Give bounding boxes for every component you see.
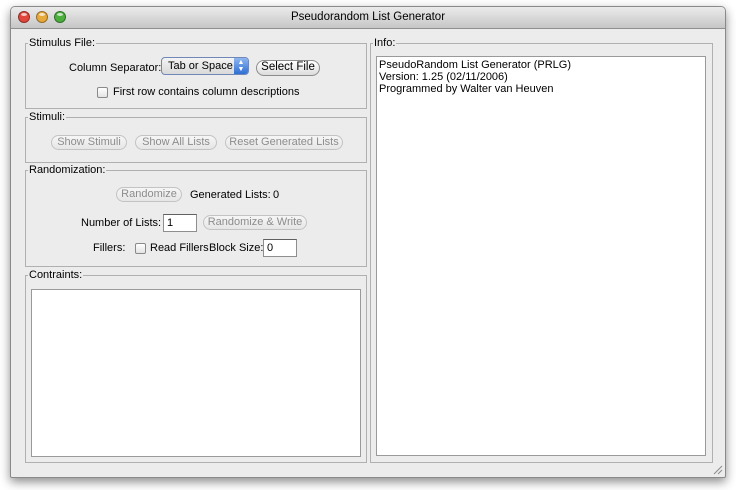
- updown-arrows-icon: ▲ ▼: [234, 58, 248, 74]
- read-fillers-checkbox[interactable]: [135, 243, 146, 254]
- constraints-text-area[interactable]: [31, 289, 361, 457]
- column-separator-value: Tab or Space: [168, 60, 233, 72]
- randomize-button[interactable]: Randomize: [116, 187, 182, 202]
- info-line: Programmed by Walter van Heuven: [379, 83, 554, 95]
- show-all-lists-button[interactable]: Show All Lists: [135, 135, 217, 150]
- info-line: PseudoRandom List Generator (PRLG): [379, 59, 571, 71]
- number-of-lists-input[interactable]: 1: [163, 214, 197, 232]
- stimulus-file-legend: Stimulus File:: [28, 36, 97, 50]
- info-legend: Info:: [373, 36, 397, 50]
- show-stimuli-button[interactable]: Show Stimuli: [51, 135, 127, 150]
- fillers-label: Fillers:: [93, 242, 126, 254]
- constraints-legend: Contraints:: [28, 268, 84, 282]
- block-size-input[interactable]: 0: [263, 239, 297, 257]
- block-size-label: Block Size:: [209, 242, 264, 254]
- read-fillers-label: Read Fillers: [150, 242, 209, 254]
- first-row-checkbox-label: First row contains column descriptions: [113, 86, 300, 98]
- randomize-write-button[interactable]: Randomize & Write: [203, 215, 307, 230]
- generated-lists-label: Generated Lists:: [190, 189, 271, 201]
- column-separator-select[interactable]: Tab or Space ▲ ▼: [161, 57, 249, 75]
- app-window: Pseudorandom List Generator Stimulus Fil…: [10, 6, 726, 478]
- randomization-legend: Randomization:: [28, 163, 107, 177]
- column-separator-label: Column Separator:: [69, 62, 162, 74]
- info-text-area[interactable]: PseudoRandom List Generator (PRLG) Versi…: [376, 56, 706, 456]
- stimulus-file-group: Stimulus File:: [25, 36, 367, 109]
- info-line: Version: 1.25 (02/11/2006): [379, 71, 508, 83]
- reset-generated-lists-button[interactable]: Reset Generated Lists: [225, 135, 343, 150]
- stimuli-legend: Stimuli:: [28, 110, 67, 124]
- window-title: Pseudorandom List Generator: [290, 11, 446, 23]
- first-row-checkbox[interactable]: [97, 87, 108, 98]
- select-file-button[interactable]: Select File: [256, 60, 320, 76]
- title-bar: Pseudorandom List Generator: [11, 7, 725, 29]
- number-of-lists-label: Number of Lists:: [81, 217, 162, 229]
- generated-lists-value: 0: [273, 189, 280, 201]
- resize-grip-icon[interactable]: [713, 465, 723, 475]
